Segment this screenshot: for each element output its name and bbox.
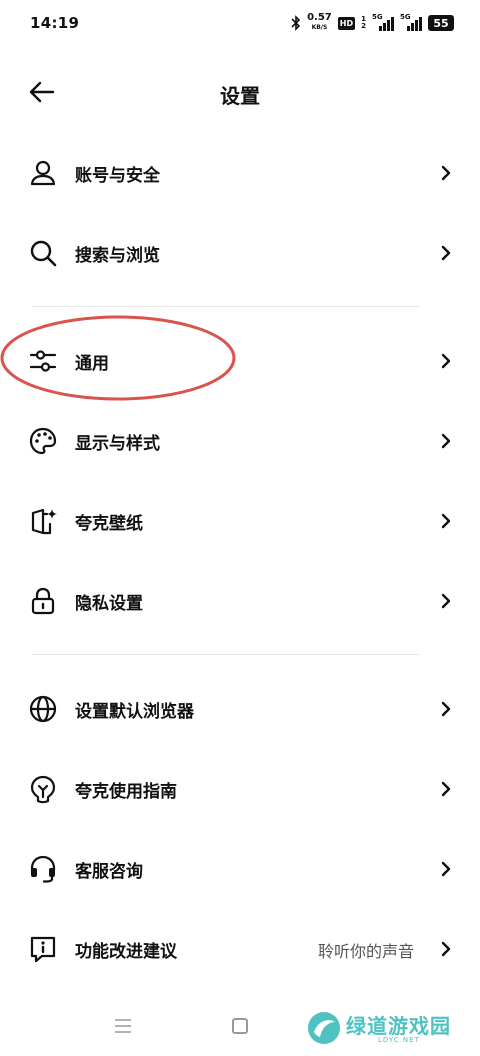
page-title: 设置 [220,84,260,108]
menu-item-label: 显示与样式 [75,434,160,454]
section-divider [32,654,420,655]
menu-item-label: 账号与安全 [75,166,160,186]
status-time: 14:19 [30,14,80,32]
watermark-logo-icon [308,1012,340,1044]
hd-sim-indicator: 1 2 [361,16,366,30]
page-header: 设置 [0,60,480,126]
wallpaper-sparkle-icon [31,508,57,535]
menu-item-feedback[interactable]: 功能改进建议 聆听你的声音 [0,909,480,989]
menu-item-label: 搜索与浏览 [75,246,160,266]
chevron-right-icon [441,861,451,877]
menu-item-label: 通用 [75,354,109,374]
menu-item-customer-service[interactable]: 客服咨询 [0,829,480,909]
chevron-right-icon [441,165,451,181]
menu-item-label: 设置默认浏览器 [75,702,194,722]
user-icon [30,160,56,186]
chevron-right-icon [441,701,451,717]
system-nav-bar: 绿道游戏园 LDYC.NET [0,1000,480,1056]
status-bar: 14:19 0.57 KB/S HD 1 2 5G 5G 55 [0,0,480,48]
chevron-right-icon [441,433,451,449]
menu-item-privacy-settings[interactable]: 隐私设置 [0,561,480,641]
watermark: 绿道游戏园 LDYC.NET [306,1008,456,1048]
palette-icon [29,427,57,455]
home-button-icon[interactable] [232,1018,248,1034]
globe-icon [29,695,57,723]
chevron-right-icon [441,941,451,957]
net-speed: 0.57 KB/S [307,12,332,32]
chevron-right-icon [441,593,451,609]
lock-icon [31,587,55,615]
chevron-right-icon [441,781,451,797]
chevron-right-icon [441,353,451,369]
menu-item-label: 夸克使用指南 [75,782,177,802]
menu-item-display-style[interactable]: 显示与样式 [0,401,480,481]
signal-bars-icon [407,17,422,31]
status-icons: 0.57 KB/S HD 1 2 5G 5G 55 [291,12,454,34]
feedback-icon [30,936,56,963]
bulb-icon [30,775,56,804]
menu-item-label: 夸克壁纸 [75,514,143,534]
battery-indicator: 55 [428,15,454,31]
watermark-subtext: LDYC.NET [378,1036,420,1044]
chevron-right-icon [441,513,451,529]
recent-apps-icon[interactable] [114,1018,132,1034]
menu-item-default-browser[interactable]: 设置默认浏览器 [0,669,480,749]
bluetooth-icon [291,15,301,31]
sliders-icon [29,350,57,372]
watermark-text: 绿道游戏园 [346,1014,451,1038]
section-divider [32,306,420,307]
net-speed-unit: KB/S [311,24,328,31]
menu-item-usage-guide[interactable]: 夸克使用指南 [0,749,480,829]
menu-item-label: 客服咨询 [75,862,143,882]
menu-item-label: 功能改进建议 [75,942,177,962]
headset-icon [30,855,56,883]
menu-item-general[interactable]: 通用 [0,321,480,401]
menu-item-account-security[interactable]: 账号与安全 [0,133,480,213]
menu-item-label: 隐私设置 [75,594,143,614]
hd-sim2: 2 [361,22,366,30]
menu-item-quark-wallpaper[interactable]: 夸克壁纸 [0,481,480,561]
chevron-right-icon [441,245,451,261]
signal-1: 5G [372,13,394,31]
net-speed-value: 0.57 [307,12,332,23]
feedback-hint: 聆听你的声音 [317,942,414,961]
hd-badge: HD [337,16,356,30]
signal-bars-icon [379,17,394,31]
signal-2: 5G [400,13,422,31]
menu-item-search-browse[interactable]: 搜索与浏览 [0,213,480,293]
search-icon [30,240,57,267]
